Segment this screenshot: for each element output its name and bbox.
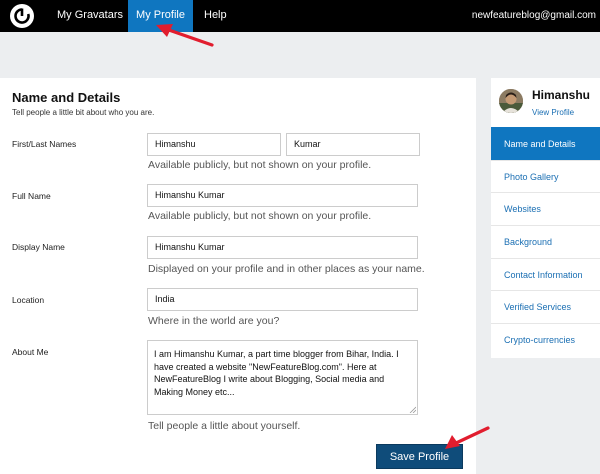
- location-help-text: Where in the world are you?: [148, 315, 280, 327]
- view-profile-link[interactable]: View Profile: [532, 108, 574, 117]
- profile-form-card: Name and Details Tell people a little bi…: [0, 78, 476, 474]
- gravatar-logo-icon[interactable]: [10, 4, 34, 28]
- resize-grip-icon[interactable]: [409, 406, 416, 413]
- first-name-input[interactable]: Himanshu: [147, 133, 281, 156]
- section-title: Name and Details: [12, 90, 121, 105]
- sidebar-item-background[interactable]: Background: [491, 225, 600, 258]
- display-name-label: Display Name: [12, 242, 65, 252]
- location-input[interactable]: India: [147, 288, 418, 311]
- account-email[interactable]: newfeatureblog@gmail.com: [472, 0, 596, 32]
- about-me-label: About Me: [12, 347, 49, 357]
- nav-help[interactable]: Help: [204, 0, 227, 32]
- nav-my-profile[interactable]: My Profile: [128, 0, 193, 32]
- about-me-text: I am Himanshu Kumar, a part time blogger…: [154, 349, 399, 397]
- sidebar-item-websites[interactable]: Websites: [491, 192, 600, 225]
- display-name-help-text: Displayed on your profile and in other p…: [148, 263, 425, 275]
- section-subtitle: Tell people a little bit about who you a…: [12, 108, 155, 117]
- nav-my-gravatars[interactable]: My Gravatars: [57, 0, 123, 32]
- full-name-help-text: Available publicly, but not shown on you…: [148, 210, 372, 222]
- full-name-input[interactable]: Himanshu Kumar: [147, 184, 418, 207]
- top-navigation-bar: My Gravatars My Profile Help newfeatureb…: [0, 0, 600, 32]
- about-me-help-text: Tell people a little about yourself.: [148, 420, 301, 432]
- names-label: First/Last Names: [12, 139, 77, 149]
- profile-sidebar: Himanshu View Profile Name and Details P…: [491, 78, 600, 358]
- sidebar-item-name-and-details[interactable]: Name and Details: [491, 127, 600, 160]
- full-name-label: Full Name: [12, 191, 51, 201]
- names-help-text: Available publicly, but not shown on you…: [148, 159, 372, 171]
- avatar-photo-icon: [499, 89, 523, 113]
- sidebar-item-contact-information[interactable]: Contact Information: [491, 257, 600, 291]
- sidebar-item-crypto-currencies[interactable]: Crypto-currencies: [491, 323, 600, 356]
- about-me-textarea[interactable]: I am Himanshu Kumar, a part time blogger…: [147, 340, 418, 415]
- display-name-input[interactable]: Himanshu Kumar: [147, 236, 418, 259]
- sidebar-item-verified-services[interactable]: Verified Services: [491, 290, 600, 323]
- sidebar-item-photo-gallery[interactable]: Photo Gallery: [491, 159, 600, 193]
- last-name-input[interactable]: Kumar: [286, 133, 420, 156]
- sidebar-menu: Name and Details Photo Gallery Websites …: [491, 127, 600, 356]
- sidebar-user-name: Himanshu: [532, 88, 591, 102]
- save-profile-button[interactable]: Save Profile: [376, 444, 463, 469]
- avatar[interactable]: [499, 89, 523, 113]
- location-label: Location: [12, 295, 45, 305]
